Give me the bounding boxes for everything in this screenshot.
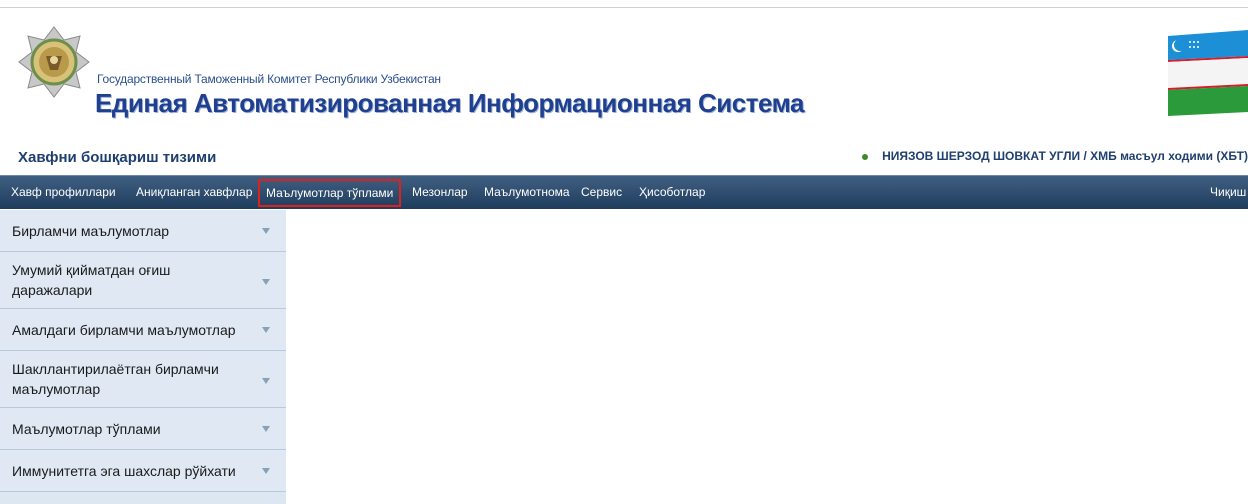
chevron-down-icon [262,228,270,234]
sidebar-item-immunity-list[interactable]: Иммунитетга эга шахслар рўйхати [0,450,286,492]
top-border [0,0,1248,8]
user-name: НИЯЗОВ ШЕРЗОД ШОВКАТ УГЛИ / ХМБ масъул х… [882,149,1248,163]
menu-data-sets[interactable]: Маълумотлар тўплами [258,179,402,207]
exit-link[interactable]: Чиқиш [1210,185,1246,199]
subsystem-title: Хавфни бошқариш тизими [18,149,217,166]
main-content-area [287,210,1248,504]
app-header: Государственный Таможенный Комитет Респу… [0,8,1248,166]
org-name: Государственный Таможенный Комитет Респу… [97,72,441,86]
sidebar-item-label: Умумий қийматдан оғиш даражалари [12,262,171,298]
chevron-down-icon [262,426,270,432]
chevron-down-icon [262,468,270,474]
menu-criteria[interactable]: Мезонлар [412,185,468,199]
sidebar-item-deviation-levels[interactable]: Умумий қийматдан оғиш даражалари [0,252,286,309]
sidebar-item-primary-data[interactable]: Бирламчи маълумотлар [0,210,286,252]
sidebar-item-label: Амалдаги бирламчи маълумотлар [12,322,236,338]
sidebar-item-label: Маълумотлар тўплами [12,421,161,437]
sidebar-item-data-sets[interactable]: Маълумотлар тўплами [0,408,286,450]
sidebar: Бирламчи маълумотлар Умумий қийматдан оғ… [0,210,286,504]
chevron-down-icon [262,378,270,384]
customs-emblem-logo [18,26,90,98]
menu-risk-profiles[interactable]: Хавф профиллари [11,185,116,199]
menu-service[interactable]: Сервис [581,185,622,199]
main-menu-bar: Хавф профиллари Аниқланган хавфлар Маълу… [0,175,1248,209]
sidebar-item-label: Иммунитетга эга шахслар рўйхати [12,463,236,479]
menu-reference[interactable]: Маълумотнома [484,185,570,199]
chevron-down-icon [262,327,270,333]
chevron-down-icon [262,279,270,285]
sidebar-item-label: Шакллантирилаётган бирламчи маълумотлар [12,361,219,397]
menu-reports[interactable]: Ҳисоботлар [639,185,705,199]
uzbekistan-flag-icon [1168,30,1248,122]
sidebar-item-label: Бирламчи маълумотлар [12,223,170,239]
system-title: Единая Автоматизированная Информационная… [95,88,804,118]
menu-identified-risks[interactable]: Аниқланган хавфлар [136,185,252,199]
sidebar-item-current-primary-data[interactable]: Амалдаги бирламчи маълумотлар [0,309,286,351]
online-status-icon [862,153,869,160]
sidebar-item-forming-primary-data[interactable]: Шакллантирилаётган бирламчи маълумотлар [0,351,286,408]
current-user[interactable]: НИЯЗОВ ШЕРЗОД ШОВКАТ УГЛИ / ХМБ масъул х… [862,149,1248,163]
